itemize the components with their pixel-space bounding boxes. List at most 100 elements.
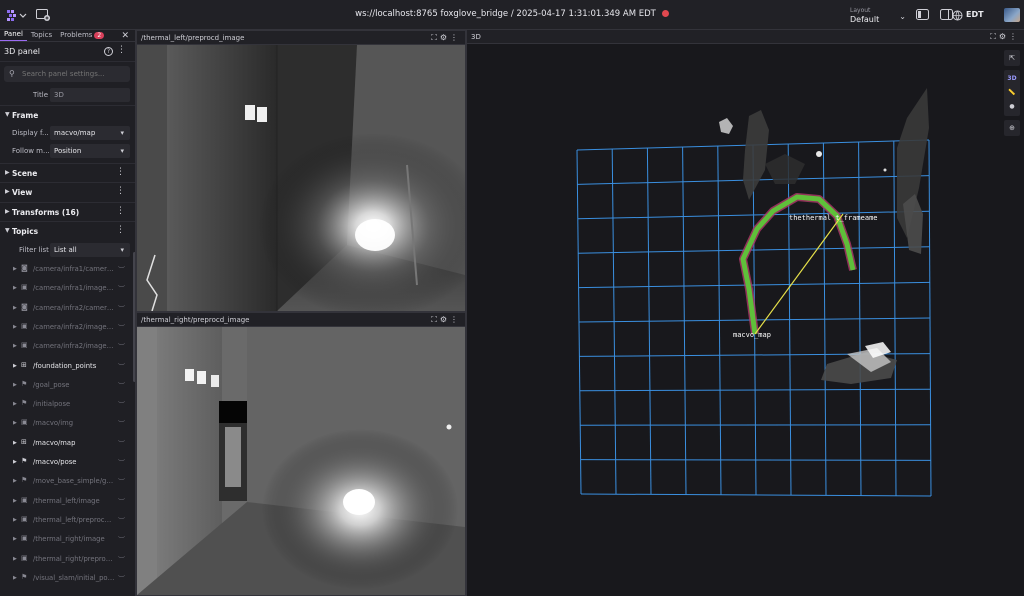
panel-topic-title[interactable]: /thermal_left/preprocd_image bbox=[141, 34, 244, 42]
panel-topic-title[interactable]: /thermal_right/preprocd_image bbox=[141, 316, 249, 324]
collapsed-arrow-icon[interactable]: ▶ bbox=[13, 401, 17, 407]
visibility-toggle-icon[interactable]: ︶ bbox=[118, 439, 125, 449]
collapsed-arrow-icon[interactable]: ▶ bbox=[13, 420, 17, 426]
visibility-toggle-icon[interactable]: ︶ bbox=[118, 362, 125, 372]
three-d-viewport[interactable]: macvo_map thethermal t_frameame bbox=[467, 44, 1003, 596]
topic-row[interactable]: ▶ ▣ /camera/infra1/image_re... ︶ bbox=[0, 279, 135, 298]
collapsed-arrow-icon[interactable]: ▶ bbox=[13, 536, 17, 542]
timezone-label[interactable]: EDT bbox=[966, 10, 984, 19]
collapsed-arrow-icon[interactable]: ▶ bbox=[13, 478, 17, 484]
more-options-icon[interactable]: ⋮ bbox=[450, 33, 461, 42]
crosshair-icon[interactable]: ⊕ bbox=[1004, 120, 1020, 136]
collapsed-arrow-icon[interactable]: ▶ bbox=[13, 363, 17, 369]
collapsed-arrow-icon[interactable]: ▶ bbox=[13, 459, 17, 465]
visibility-toggle-icon[interactable]: ︶ bbox=[118, 400, 125, 410]
visibility-toggle-icon[interactable]: ︶ bbox=[118, 342, 125, 352]
avatar[interactable] bbox=[1004, 8, 1020, 22]
follow-mode-select[interactable]: Position ▾ bbox=[50, 144, 130, 158]
visibility-toggle-icon[interactable]: ︶ bbox=[118, 555, 125, 565]
visibility-toggle-icon[interactable]: ︶ bbox=[118, 574, 125, 584]
more-options-icon[interactable]: ⋮ bbox=[116, 168, 125, 177]
timezone-globe-icon[interactable] bbox=[952, 10, 963, 22]
topic-row[interactable]: ▶ ⚑ /initialpose ︶ bbox=[0, 395, 135, 414]
section-transforms[interactable]: ▶ Transforms (16) ⋮ bbox=[0, 202, 135, 221]
visibility-toggle-icon[interactable]: ︶ bbox=[118, 535, 125, 545]
section-scene[interactable]: ▶ Scene ⋮ bbox=[0, 163, 135, 182]
topic-row[interactable]: ▶ ⚑ /goal_pose ︶ bbox=[0, 376, 135, 395]
topic-row[interactable]: ▶ ◙ /camera/infra1/camera_i... ︶ bbox=[0, 260, 135, 279]
thermal-right-image[interactable] bbox=[137, 327, 465, 595]
thermal-left-image[interactable] bbox=[137, 45, 465, 311]
visibility-toggle-icon[interactable]: ︶ bbox=[118, 477, 125, 487]
more-options-icon[interactable]: ⋮ bbox=[116, 187, 125, 196]
collapsed-arrow-icon[interactable]: ▶ bbox=[13, 556, 17, 562]
gear-icon[interactable]: ⚙ bbox=[440, 33, 450, 42]
tab-panel[interactable]: Panel bbox=[0, 30, 27, 41]
topic-row[interactable]: ▶ ⚑ /visual_slam/initial_pose ︶ bbox=[0, 569, 135, 588]
topic-row[interactable]: ▶ ▣ /thermal_left/image ︶ bbox=[0, 492, 135, 511]
visibility-toggle-icon[interactable]: ︶ bbox=[118, 304, 125, 314]
add-panel-icon[interactable] bbox=[36, 9, 50, 21]
section-topics[interactable]: ▼ Topics ⋮ bbox=[0, 221, 135, 240]
help-icon[interactable]: ? bbox=[104, 47, 113, 56]
more-options-icon[interactable]: ⋮ bbox=[116, 226, 125, 235]
title-field[interactable]: 3D bbox=[50, 88, 130, 102]
collapsed-arrow-icon[interactable]: ▶ bbox=[13, 305, 17, 311]
collapsed-arrow-icon[interactable]: ▶ bbox=[13, 517, 17, 523]
collapsed-arrow-icon[interactable]: ▶ bbox=[13, 324, 17, 330]
topic-row[interactable]: ▶ ▣ /thermal_right/preprocd... ︶ bbox=[0, 550, 135, 569]
section-frame[interactable]: ▼ Frame bbox=[0, 105, 135, 124]
3d-mode-icon[interactable]: 3D bbox=[1004, 72, 1020, 86]
topic-row[interactable]: ▶ ▣ /macvo/img ︶ bbox=[0, 414, 135, 433]
visibility-toggle-icon[interactable]: ︶ bbox=[118, 323, 125, 333]
collapsed-arrow-icon[interactable]: ▶ bbox=[13, 382, 17, 388]
app-menu-logo-icon[interactable] bbox=[6, 9, 27, 23]
close-icon[interactable]: ✕ bbox=[121, 31, 129, 41]
section-view[interactable]: ▶ View ⋮ bbox=[0, 182, 135, 201]
topic-row[interactable]: ▶ ▣ /camera/infra2/image_re... ︶ bbox=[0, 337, 135, 356]
visibility-toggle-icon[interactable]: ︶ bbox=[118, 419, 125, 429]
more-options-icon[interactable]: ⋮ bbox=[117, 46, 126, 55]
fullscreen-icon[interactable]: ⛶ bbox=[431, 315, 440, 324]
topic-row[interactable]: ▶ ⊞ /macvo/map ︶ bbox=[0, 434, 135, 453]
tab-problems[interactable]: Problems 2 bbox=[56, 31, 108, 41]
gear-icon[interactable]: ⚙ bbox=[999, 32, 1009, 41]
fullscreen-icon[interactable]: ⛶ bbox=[431, 33, 440, 42]
error-indicator-icon[interactable] bbox=[661, 10, 669, 17]
topic-row[interactable]: ▶ ▣ /thermal_right/image ︶ bbox=[0, 530, 135, 549]
topic-row[interactable]: ▶ ⊞ /foundation_points ︶ bbox=[0, 357, 135, 376]
panel-topic-title[interactable]: 3D bbox=[471, 33, 481, 41]
topic-row[interactable]: ▶ ⚑ /move_base_simple/goal ︶ bbox=[0, 472, 135, 491]
more-options-icon[interactable]: ⋮ bbox=[116, 207, 125, 216]
dot-marker-icon[interactable]: ● bbox=[1004, 100, 1020, 114]
more-options-icon[interactable]: ⋮ bbox=[1009, 32, 1020, 41]
collapsed-arrow-icon[interactable]: ▶ bbox=[13, 343, 17, 349]
data-source-label[interactable]: ws://localhost:8765 foxglove_bridge / 20… bbox=[355, 9, 656, 19]
filter-select[interactable]: List all ▾ bbox=[50, 243, 130, 257]
display-frame-select[interactable]: macvo/map ▾ bbox=[50, 126, 130, 140]
topic-row[interactable]: ▶ ◙ /camera/infra2/camera_i... ︶ bbox=[0, 299, 135, 318]
gear-icon[interactable]: ⚙ bbox=[440, 315, 450, 324]
tab-topics[interactable]: Topics bbox=[27, 31, 56, 41]
topic-row[interactable]: ▶ ▣ /camera/infra2/image_re... ︶ bbox=[0, 318, 135, 337]
collapsed-arrow-icon[interactable]: ▶ bbox=[13, 285, 17, 291]
search-input[interactable] bbox=[22, 68, 126, 80]
toggle-left-sidebar-icon[interactable] bbox=[916, 9, 930, 21]
visibility-toggle-icon[interactable]: ︶ bbox=[118, 497, 125, 507]
topic-row[interactable]: ▶ ⚑ /macvo/pose ︶ bbox=[0, 453, 135, 472]
topic-row[interactable]: ▶ ▣ /thermal_left/preprocd_i... ︶ bbox=[0, 511, 135, 530]
select-cursor-icon[interactable]: ⇱ bbox=[1004, 50, 1020, 66]
visibility-toggle-icon[interactable]: ︶ bbox=[118, 265, 125, 275]
visibility-toggle-icon[interactable]: ︶ bbox=[118, 284, 125, 294]
collapsed-arrow-icon[interactable]: ▶ bbox=[13, 575, 17, 581]
layout-selector[interactable]: Layout Default ⌄ bbox=[850, 7, 906, 25]
more-options-icon[interactable]: ⋮ bbox=[450, 315, 461, 324]
collapsed-arrow-icon[interactable]: ▶ bbox=[13, 498, 17, 504]
collapsed-arrow-icon[interactable]: ▶ bbox=[13, 266, 17, 272]
collapsed-arrow-icon[interactable]: ▶ bbox=[13, 440, 17, 446]
fullscreen-icon[interactable]: ⛶ bbox=[990, 32, 999, 41]
ruler-icon[interactable]: 📏 bbox=[1004, 86, 1020, 100]
visibility-toggle-icon[interactable]: ︶ bbox=[118, 516, 125, 526]
visibility-toggle-icon[interactable]: ︶ bbox=[118, 458, 125, 468]
visibility-toggle-icon[interactable]: ︶ bbox=[118, 381, 125, 391]
